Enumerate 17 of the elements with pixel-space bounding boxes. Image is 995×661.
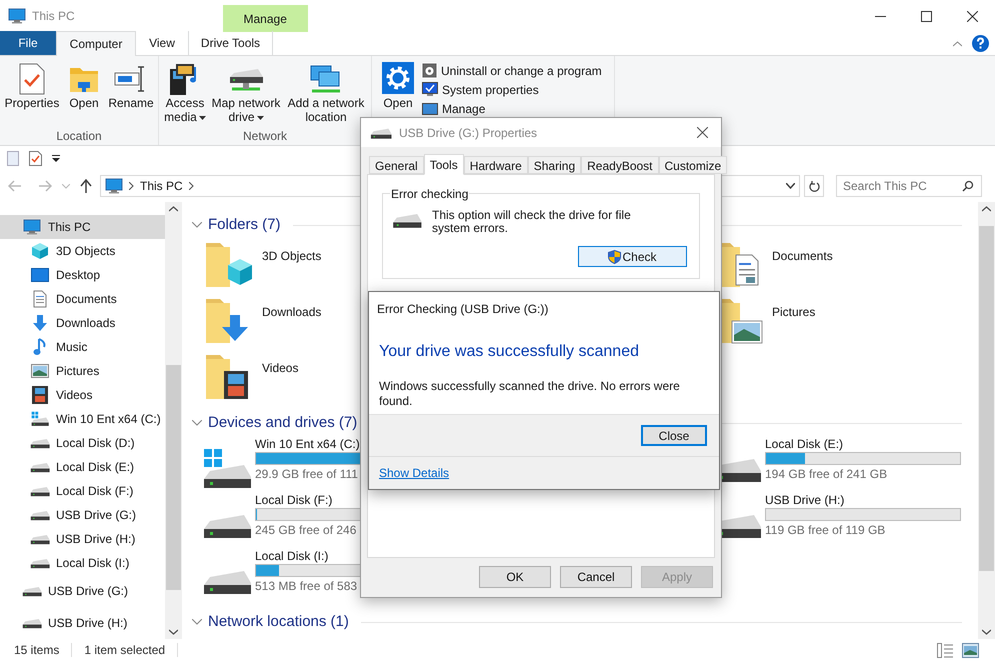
ribbon-button-label: Rename	[108, 96, 154, 110]
context-tab-header: Manage	[222, 5, 308, 32]
ribbon-button-label: Access media	[163, 96, 207, 124]
dialog-title: Error Checking (USB Drive (G:))	[377, 301, 550, 318]
window-title: This PC	[32, 8, 75, 25]
ribbon-button-label: Open	[69, 96, 99, 110]
ribbon-button-label: Properties	[4, 96, 60, 110]
dialog-message: Windows successfully scanned the drive. No errors were found.	[379, 379, 681, 409]
ribbon-button-label: Map network drive	[210, 96, 282, 124]
item-count: 15 items	[14, 642, 60, 659]
group-label: Location	[56, 128, 102, 145]
description: This option will check the drive for file system errors.	[432, 209, 632, 235]
dialog-heading: Your drive was successfully scanned	[379, 342, 640, 362]
ribbon-button-label: Add a network location	[286, 96, 366, 124]
dialog-title: USB Drive (G:) Properties	[399, 124, 538, 142]
group-label: Network	[242, 128, 287, 145]
selection-count: 1 item selected	[84, 642, 166, 659]
